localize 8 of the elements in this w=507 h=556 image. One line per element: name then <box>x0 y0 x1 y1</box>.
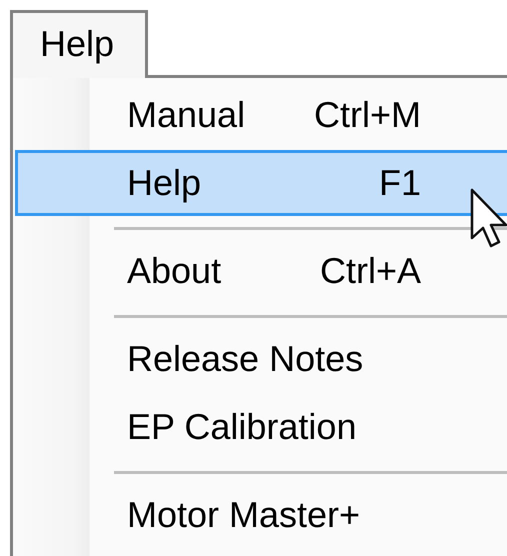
menu-item[interactable]: Help F1 <box>15 150 507 216</box>
mouse-pointer-icon <box>470 188 507 248</box>
menu-item[interactable]: Manual Ctrl+M <box>15 82 507 148</box>
menu-item[interactable]: Motor Master+ <box>15 482 507 548</box>
menu-item[interactable]: Release Notes <box>15 326 507 392</box>
menu-bar-item[interactable]: Help <box>10 10 148 78</box>
menu-item[interactable]: EP Calibration <box>15 394 507 460</box>
menu-item[interactable]: About Ctrl+A <box>15 238 507 304</box>
